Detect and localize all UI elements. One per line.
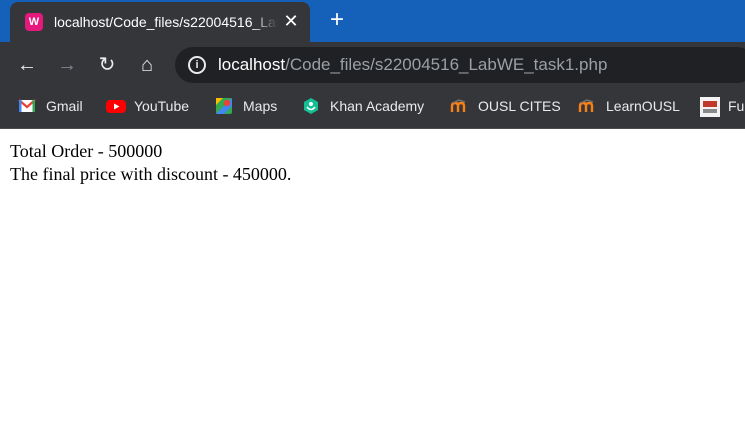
page-content: Total Order - 500000 The final price wit…: [10, 140, 291, 186]
wampserver-icon: W: [25, 13, 43, 31]
home-button[interactable]: ⌂: [135, 53, 159, 77]
reload-button[interactable]: ↻: [95, 53, 119, 77]
bookmark-ousl-cites[interactable]: OUSL CITES: [450, 96, 561, 116]
forward-button[interactable]: →: [55, 53, 79, 77]
final-price-text: The final price with discount - 450000.: [10, 164, 292, 184]
bookmark-label: Khan Academy: [330, 98, 425, 114]
bookmarks-bar: Gmail YouTube Maps Khan Academy OUSL CIT…: [0, 88, 745, 129]
site-info-icon[interactable]: i: [188, 56, 206, 74]
bookmark-image-icon: [700, 97, 720, 117]
total-order-text: Total Order - 500000: [10, 141, 163, 161]
moodle-icon: [450, 97, 468, 115]
gmail-icon: [18, 97, 36, 115]
close-tab-icon[interactable]: ✕: [281, 11, 301, 31]
new-tab-button[interactable]: +: [326, 8, 348, 32]
url-text[interactable]: localhost/Code_files/s22004516_LabWE_tas…: [218, 55, 607, 75]
browser-tab[interactable]: W localhost/Code_files/s22004516_LabWE_t…: [10, 2, 310, 42]
bookmark-khan-academy[interactable]: Khan Academy: [302, 96, 424, 116]
bookmark-fu[interactable]: Fu: [700, 96, 745, 117]
back-button[interactable]: ←: [15, 53, 39, 77]
bookmark-label: OUSL CITES: [478, 98, 561, 114]
bookmark-label: Gmail: [46, 98, 83, 114]
url-host: localhost: [218, 55, 286, 74]
browser-toolbar: ← → ↻ ⌂ i localhost/Code_files/s22004516…: [0, 42, 745, 88]
moodle-icon: [578, 97, 596, 115]
url-path: /Code_files/s22004516_LabWE_task1.php: [285, 55, 608, 74]
bookmark-label: YouTube: [134, 98, 190, 114]
tab-strip: W localhost/Code_files/s22004516_LabWE_t…: [0, 0, 745, 42]
bookmark-maps[interactable]: Maps: [215, 96, 277, 116]
address-bar[interactable]: i localhost/Code_files/s22004516_LabWE_t…: [175, 47, 745, 83]
tab-title: localhost/Code_files/s22004516_LabWE_tas…: [54, 14, 278, 30]
bookmark-learnousl[interactable]: LearnOUSL: [578, 96, 680, 116]
bookmark-label: Fu: [728, 98, 745, 114]
bookmark-youtube[interactable]: YouTube: [106, 96, 189, 116]
bookmark-label: LearnOUSL: [606, 98, 680, 114]
bookmark-label: Maps: [243, 98, 278, 114]
maps-icon: [215, 97, 233, 115]
bookmark-gmail[interactable]: Gmail: [18, 96, 83, 116]
khan-academy-icon: [302, 97, 320, 115]
youtube-icon: [106, 97, 126, 115]
